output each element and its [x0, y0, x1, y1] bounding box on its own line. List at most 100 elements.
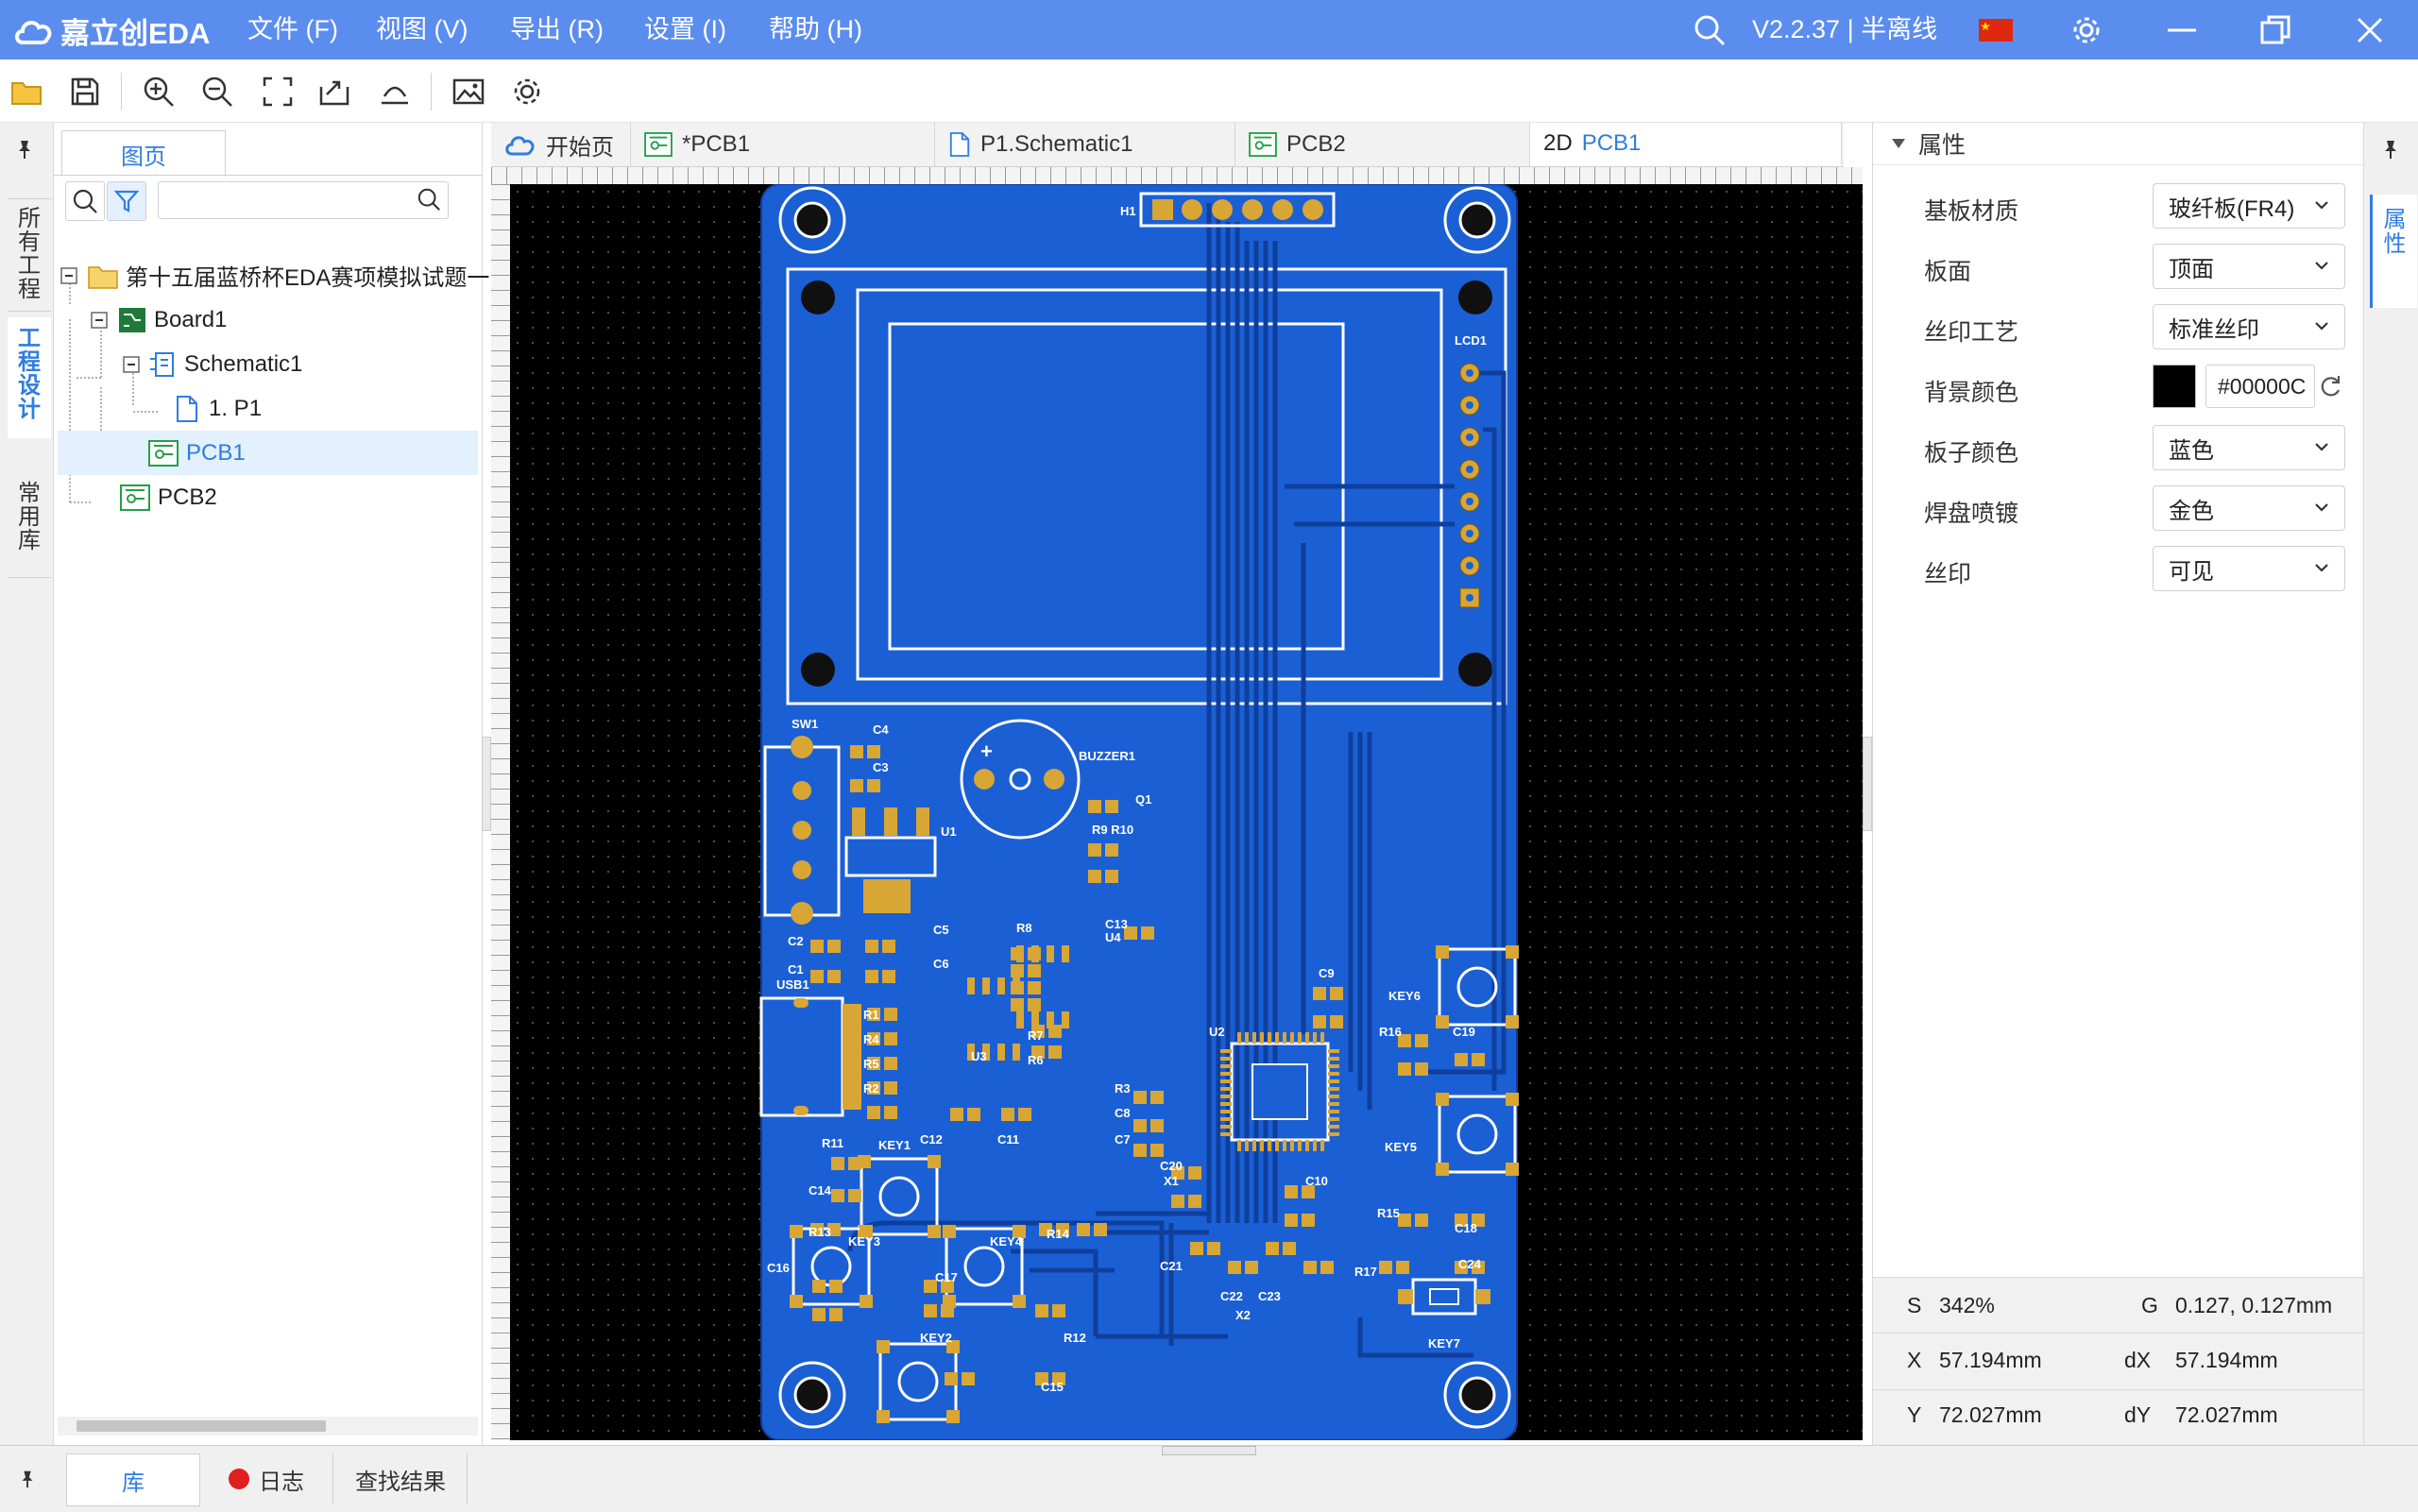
right-splitter-handle[interactable] [1863, 737, 1872, 831]
china-flag-icon [1979, 18, 2013, 42]
prop-label-pad-finish: 焊盘喷镀 [1924, 501, 2019, 527]
pcb-canvas[interactable]: + H1 LCD1 SW1 C4 C3 U1 BUZZER1 Q1 R9 R10… [510, 183, 1863, 1441]
smd-pad [1133, 1119, 1147, 1132]
label-c1: C1 [788, 962, 804, 977]
menu-file[interactable]: 文件 (F) [247, 0, 338, 59]
menu-export[interactable]: 导出 (R) [510, 0, 604, 59]
export-image-button[interactable] [450, 73, 487, 110]
save-button[interactable] [66, 73, 104, 110]
pad-finish-select[interactable]: 金色 [2153, 485, 2345, 531]
language-button[interactable] [1953, 0, 2038, 59]
restore-button[interactable] [2233, 0, 2318, 59]
bg-color-input[interactable] [2205, 365, 2315, 408]
key-pad [877, 1410, 890, 1423]
mcu-pin [1328, 1095, 1339, 1098]
fit-view-button[interactable] [259, 73, 297, 110]
mcu-pin [1220, 1072, 1232, 1076]
tab-start-page[interactable]: 开始页 [491, 123, 631, 166]
substrate-select[interactable]: 玻纤板(FR4) [2153, 183, 2345, 229]
menu-help[interactable]: 帮助 (H) [769, 0, 862, 59]
vtab-project-design[interactable]: 工程设计 [8, 317, 51, 438]
side-select[interactable]: 顶面 [2153, 244, 2345, 289]
tab-pages[interactable]: 图页 [61, 130, 226, 177]
board-color-select[interactable]: 蓝色 [2153, 425, 2345, 470]
smd-pad [1105, 843, 1118, 857]
tab-library[interactable]: 库 [66, 1453, 200, 1506]
grid-value: 0.127, 0.127mm [2175, 1293, 2333, 1317]
project-panel: 图页 第十五届蓝桥杯EDA赛项模拟试题一 Board1 Schematic1 1… [54, 123, 489, 1445]
pcb-icon [644, 132, 673, 157]
dy-label: dY [2124, 1402, 2152, 1427]
smd-pad [1018, 1108, 1031, 1121]
tab-pcb2[interactable]: PCB2 [1235, 123, 1530, 166]
mcu-pin [1320, 1032, 1324, 1044]
tree-item-schematic1[interactable]: Schematic1 [122, 342, 302, 386]
vtab-all-projects[interactable]: 所有工程 [8, 198, 51, 312]
bottom-splitter-handle[interactable] [1162, 1446, 1256, 1455]
smd-pad [882, 940, 895, 953]
properties-header[interactable]: 属性 [1873, 123, 2364, 165]
tab-label: PCB2 [1286, 131, 1346, 157]
label-c20: C20 [1160, 1159, 1183, 1173]
pin-icon[interactable] [13, 138, 36, 165]
save-icon [71, 77, 99, 106]
silk-process-select[interactable]: 标准丝印 [2153, 304, 2345, 349]
collapse-icon[interactable] [60, 266, 78, 285]
open-folder-button[interactable] [8, 73, 45, 110]
minimize-button[interactable] [2139, 0, 2224, 59]
vtab-common-library[interactable]: 常用库 [8, 474, 51, 578]
menu-view[interactable]: 视图 (V) [376, 0, 468, 59]
pin-icon[interactable] [17, 1469, 38, 1494]
menu-settings[interactable]: 设置 (I) [644, 0, 726, 59]
mcu-pin [1328, 1110, 1339, 1113]
smd-pad [1302, 1214, 1315, 1227]
tab-log[interactable]: 日志 [200, 1453, 333, 1504]
tab-pcb1-modified[interactable]: *PCB1 [631, 123, 935, 166]
label-r13: R13 [809, 1225, 831, 1239]
vtab-properties[interactable]: 属性 [2370, 195, 2417, 308]
mcu-pin [1237, 1140, 1241, 1151]
label-r12: R12 [1064, 1331, 1086, 1345]
minimize-icon [2168, 28, 2196, 31]
tree-item-pcb1[interactable]: PCB1 [58, 431, 478, 475]
collapse-icon[interactable] [122, 355, 141, 374]
tree-search-input[interactable] [158, 181, 449, 219]
y-label: Y [1907, 1402, 1922, 1427]
close-button[interactable] [2327, 0, 2412, 59]
pcb-board-view[interactable]: + H1 LCD1 SW1 C4 C3 U1 BUZZER1 Q1 R9 R10… [510, 183, 1863, 1441]
tree-item-board1[interactable]: Board1 [90, 297, 227, 342]
key-pad [1506, 1093, 1519, 1106]
smd-pad [1228, 1261, 1241, 1274]
tree-item-label: 第十五届蓝桥杯EDA赛项模拟试题一 [126, 265, 490, 291]
tree-item-pcb2[interactable]: PCB2 [107, 475, 217, 519]
mcu-pin [1328, 1049, 1339, 1053]
tab-schematic-p1[interactable]: P1.Schematic1 [935, 123, 1235, 166]
tab-find-results[interactable]: 查找结果 [334, 1453, 468, 1504]
collapse-icon[interactable] [90, 311, 109, 330]
mcu-pin [1283, 1032, 1286, 1044]
zoom-in-button[interactable] [140, 73, 178, 110]
tree-item-project[interactable]: 第十五届蓝桥杯EDA赛项模拟试题一 [60, 253, 489, 297]
horizontal-scrollbar[interactable] [58, 1417, 478, 1436]
filter-button[interactable] [107, 181, 146, 221]
view-settings-button[interactable] [508, 73, 546, 110]
bg-color-swatch[interactable] [2153, 365, 2196, 408]
reset-color-button[interactable] [2319, 374, 2343, 403]
prop-label-silkscreen: 丝印 [1924, 561, 1972, 587]
prop-label-board-color: 板子颜色 [1924, 440, 2019, 467]
layer-button[interactable] [376, 73, 414, 110]
tree-item-page-p1[interactable]: 1. P1 [175, 386, 262, 431]
silkscreen-select[interactable]: 可见 [2153, 546, 2345, 591]
search-button[interactable] [1667, 0, 1752, 59]
scrollbar-thumb[interactable] [77, 1420, 326, 1432]
folder-icon [88, 265, 118, 289]
search-mode-button[interactable] [65, 181, 105, 221]
left-splitter-handle[interactable] [482, 737, 491, 831]
tab-label: *PCB1 [682, 131, 751, 157]
settings-button[interactable] [2044, 0, 2129, 59]
zoom-out-button[interactable] [198, 73, 236, 110]
flip-board-button[interactable] [315, 73, 353, 110]
mcu-pin [1328, 1132, 1339, 1136]
tab-2d-pcb1-active[interactable]: 2D PCB1 [1530, 123, 1842, 166]
pin-icon[interactable] [2379, 138, 2402, 165]
